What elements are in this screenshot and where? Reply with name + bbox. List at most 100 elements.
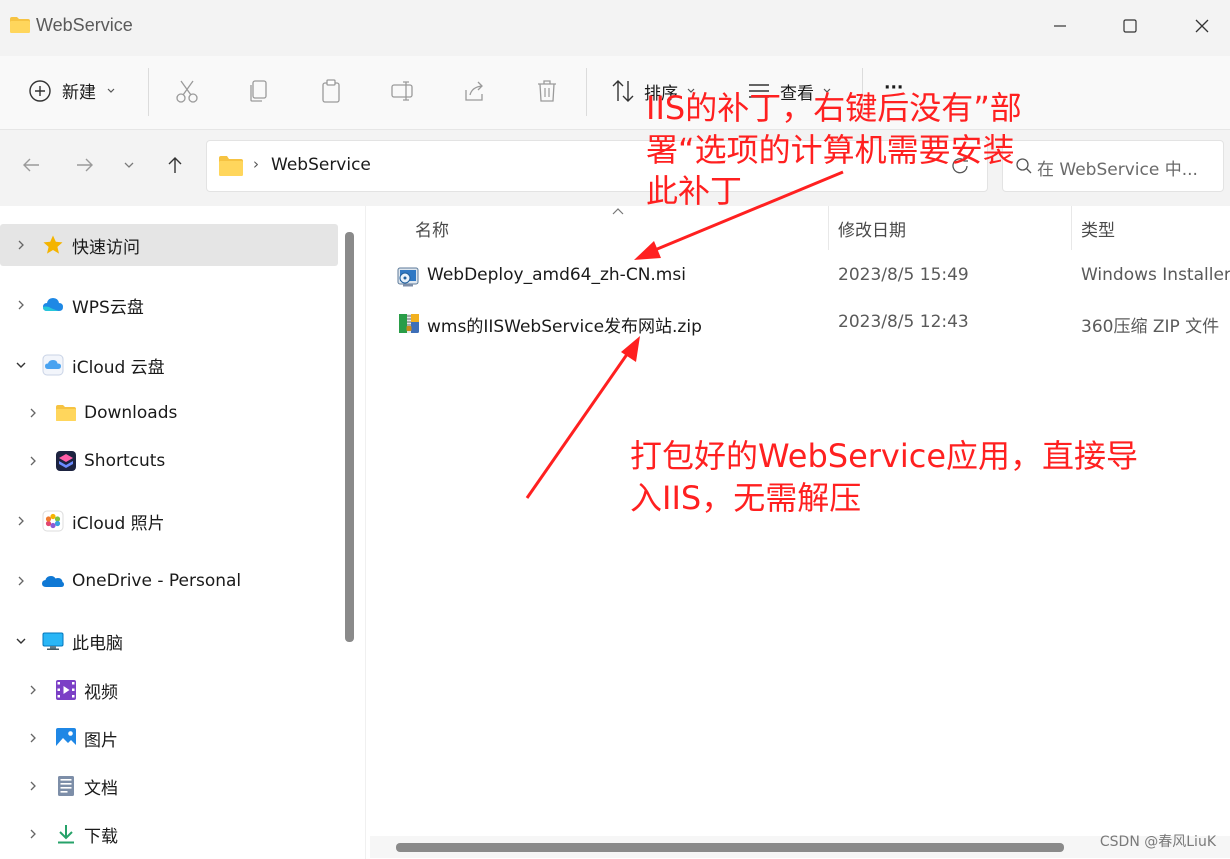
column-header-modified[interactable]: 修改日期 <box>838 216 906 241</box>
sort-icon <box>612 80 634 102</box>
copy-button[interactable] <box>244 76 274 106</box>
sidebar-item-shortcuts[interactable]: Shortcuts <box>0 440 338 482</box>
sidebar-item-label: 图片 <box>84 730 118 751</box>
table-row[interactable]: WebDeploy_amd64_zh-CN.msi 2023/8/5 15:49… <box>370 256 1230 296</box>
search-input[interactable]: 在 WebService 中... <box>1002 140 1224 192</box>
sidebar-item-label: 快速访问 <box>72 237 140 258</box>
chevron-right-icon[interactable] <box>14 298 28 312</box>
sidebar-item-downloads-pc[interactable]: 下载 <box>0 813 338 855</box>
sidebar-item-icloud-drive[interactable]: iCloud 云盘 <box>0 344 338 386</box>
shortcuts-icon <box>56 451 76 471</box>
file-modified: 2023/8/5 15:49 <box>838 265 969 285</box>
back-button[interactable] <box>16 150 46 180</box>
annotation-line: 打包好的WebService应用，直接导 <box>630 437 1139 475</box>
star-icon <box>43 235 63 254</box>
minimize-button[interactable] <box>1040 10 1080 42</box>
sidebar-item-onedrive[interactable]: OneDrive - Personal <box>0 560 338 602</box>
file-list: 名称 修改日期 类型 WebDeploy_amd64_zh-CN.msi 202… <box>370 206 1230 859</box>
address-bar-row: › WebService 在 WebService 中... <box>0 130 1230 206</box>
file-type: 360压缩 ZIP 文件 <box>1081 317 1220 337</box>
icloud-icon <box>42 354 64 376</box>
table-row[interactable]: wms的IISWebService发布网站.zip 2023/8/5 12:43… <box>370 303 1230 343</box>
recent-locations-button[interactable] <box>114 150 144 180</box>
rename-button[interactable] <box>388 76 418 106</box>
chevron-right-icon[interactable] <box>26 683 40 697</box>
watermark: CSDN @春风LiuK <box>1099 834 1216 850</box>
plus-circle-icon <box>29 79 51 102</box>
sidebar-item-label: 视频 <box>84 682 118 703</box>
cut-button[interactable] <box>172 76 202 106</box>
cloud-icon <box>43 298 63 311</box>
chevron-right-icon[interactable] <box>14 514 28 528</box>
maximize-button[interactable] <box>1110 10 1150 42</box>
chevron-down-icon <box>124 162 134 168</box>
share-icon <box>465 81 483 101</box>
forward-button[interactable] <box>70 150 100 180</box>
sidebar-item-this-pc[interactable]: 此电脑 <box>0 620 338 662</box>
sidebar-item-label: 下载 <box>84 826 118 847</box>
sidebar-item-wps-cloud[interactable]: WPS云盘 <box>0 284 338 326</box>
file-name: wms的IISWebService发布网站.zip <box>427 317 702 337</box>
sidebar-item-downloads[interactable]: Downloads <box>0 392 338 434</box>
chevron-right-icon[interactable] <box>26 779 40 793</box>
documents-icon <box>58 776 74 796</box>
chevron-down-icon[interactable] <box>14 634 28 648</box>
arrow-right-icon <box>77 158 93 172</box>
copy-icon <box>250 80 267 102</box>
chevron-right-icon[interactable] <box>14 574 28 588</box>
sidebar-item-quick-access[interactable]: 快速访问 <box>0 224 338 266</box>
download-icon <box>58 825 74 844</box>
sidebar-item-label: iCloud 照片 <box>72 513 165 534</box>
new-button[interactable]: 新建 <box>28 78 116 103</box>
sidebar-item-label: OneDrive - Personal <box>72 571 242 591</box>
paste-button[interactable] <box>316 76 346 106</box>
column-header-type[interactable]: 类型 <box>1081 216 1115 241</box>
search-placeholder: 在 WebService 中... <box>1037 160 1198 180</box>
sidebar-item-icloud-photos[interactable]: iCloud 照片 <box>0 500 338 542</box>
annotation-package-note: 打包好的WebService应用，直接导 入IIS，无需解压 <box>630 436 1138 519</box>
installer-icon <box>397 267 419 287</box>
chevron-right-icon[interactable] <box>14 238 28 252</box>
scrollbar-thumb[interactable] <box>396 843 1064 852</box>
sort-ascending-icon <box>612 208 624 215</box>
chevron-right-icon[interactable] <box>26 454 40 468</box>
chevron-right-icon[interactable] <box>26 731 40 745</box>
sidebar-item-videos[interactable]: 视频 <box>0 669 338 711</box>
sidebar-item-label: iCloud 云盘 <box>72 357 165 378</box>
up-button[interactable] <box>160 150 190 180</box>
maximize-icon <box>1123 19 1137 33</box>
toolbar-divider <box>148 68 149 116</box>
delete-button[interactable] <box>532 76 562 106</box>
sidebar-item-label: WPS云盘 <box>72 297 144 318</box>
sidebar-item-label: 此电脑 <box>72 633 123 654</box>
close-button[interactable] <box>1182 10 1222 42</box>
chevron-down-icon <box>107 88 115 93</box>
chevron-right-icon[interactable] <box>26 406 40 420</box>
share-button[interactable] <box>460 76 490 106</box>
chevron-right-icon[interactable] <box>26 827 40 841</box>
folder-icon <box>10 17 30 33</box>
annotation-line: 入IIS，无需解压 <box>630 478 862 517</box>
arrow-up-icon <box>168 157 182 173</box>
sidebar-item-pictures[interactable]: 图片 <box>0 717 338 759</box>
breadcrumb-item[interactable]: WebService <box>271 155 371 175</box>
window-title: WebService <box>36 15 133 35</box>
scissors-icon <box>176 80 198 103</box>
sidebar-scrollbar[interactable] <box>345 232 354 642</box>
chevron-down-icon[interactable] <box>14 358 28 372</box>
column-header-name[interactable]: 名称 <box>415 216 449 241</box>
computer-icon <box>42 632 64 650</box>
column-divider[interactable] <box>1071 206 1072 250</box>
toolbar-divider <box>586 68 587 116</box>
video-icon <box>56 680 76 700</box>
new-button-label: 新建 <box>62 83 96 103</box>
sidebar-item-label: Downloads <box>84 403 178 423</box>
sidebar-item-label: 文档 <box>84 778 118 799</box>
arrow-left-icon <box>23 158 39 172</box>
file-modified: 2023/8/5 12:43 <box>838 312 969 332</box>
pictures-icon <box>56 728 76 748</box>
command-bar: 新建 排序 查看 ··· <box>0 56 1230 130</box>
sidebar-item-documents[interactable]: 文档 <box>0 765 338 807</box>
file-type: Windows Installer <box>1081 265 1230 285</box>
photos-icon <box>42 510 64 532</box>
